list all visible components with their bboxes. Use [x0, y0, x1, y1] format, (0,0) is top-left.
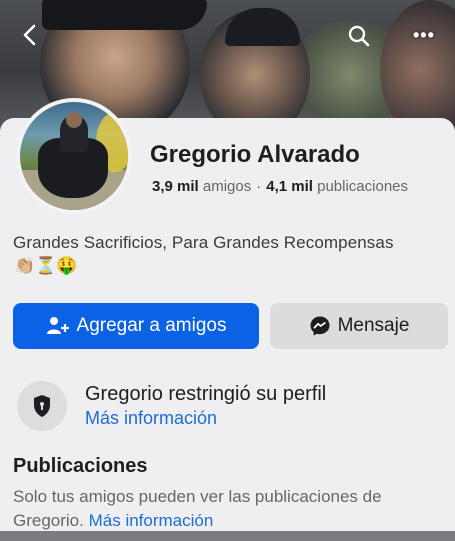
search-button[interactable]: [347, 24, 371, 48]
posts-count: 4,1 mil: [266, 178, 313, 195]
profile-stats: 3,9 mil amigos · 4,1 mil publicaciones: [152, 178, 408, 195]
shield-icon: [34, 395, 50, 417]
restriction-title: Gregorio restringió su perfil: [85, 383, 327, 405]
avatar-photo: [20, 102, 128, 210]
posts-stat[interactable]: 4,1 mil publicaciones: [266, 178, 408, 195]
add-friend-label: Agregar a amigos: [76, 315, 227, 336]
message-label: Mensaje: [337, 315, 410, 336]
message-button[interactable]: Mensaje: [270, 303, 448, 349]
messenger-icon: [310, 316, 330, 336]
posts-notice-line2: Gregorio. Más información: [13, 509, 455, 533]
restriction-more-info-link[interactable]: Más información: [85, 408, 217, 429]
avatar[interactable]: [16, 98, 132, 214]
posts-label: publicaciones: [317, 178, 409, 195]
bio-emojis: 👏🏼⏳🤑: [14, 256, 78, 275]
add-friend-icon: [46, 317, 69, 334]
more-options-button[interactable]: •••: [413, 26, 435, 44]
posts-section-text: Solo tus amigos pueden ver las publicaci…: [13, 485, 455, 533]
back-button[interactable]: [20, 23, 40, 47]
screen-bottom-edge: [0, 531, 455, 541]
profile-name: Gregorio Alvarado: [150, 141, 360, 168]
cover-person-3: [380, 0, 455, 130]
add-friend-button[interactable]: Agregar a amigos: [13, 303, 259, 349]
restriction-icon-circle: [17, 381, 67, 431]
posts-notice-line1: Solo tus amigos pueden ver las publicaci…: [13, 487, 382, 506]
friends-label: amigos: [202, 178, 252, 195]
posts-more-info-link[interactable]: Más información: [89, 511, 214, 530]
more-options-icon: •••: [413, 25, 435, 45]
stats-separator: ·: [256, 178, 262, 195]
cover-cap: [42, 0, 207, 30]
profile-bio: Grandes Sacrificios, Para Grandes Recomp…: [13, 233, 394, 252]
friends-stat[interactable]: 3,9 mil amigos: [152, 178, 251, 195]
posts-section-title: Publicaciones: [13, 455, 148, 477]
friends-count: 3,9 mil: [152, 178, 199, 195]
search-icon: [348, 25, 370, 47]
avatar-rider-head: [66, 112, 82, 128]
posts-notice-line2-prefix: Gregorio.: [13, 511, 84, 530]
back-chevron-icon: [23, 24, 36, 46]
